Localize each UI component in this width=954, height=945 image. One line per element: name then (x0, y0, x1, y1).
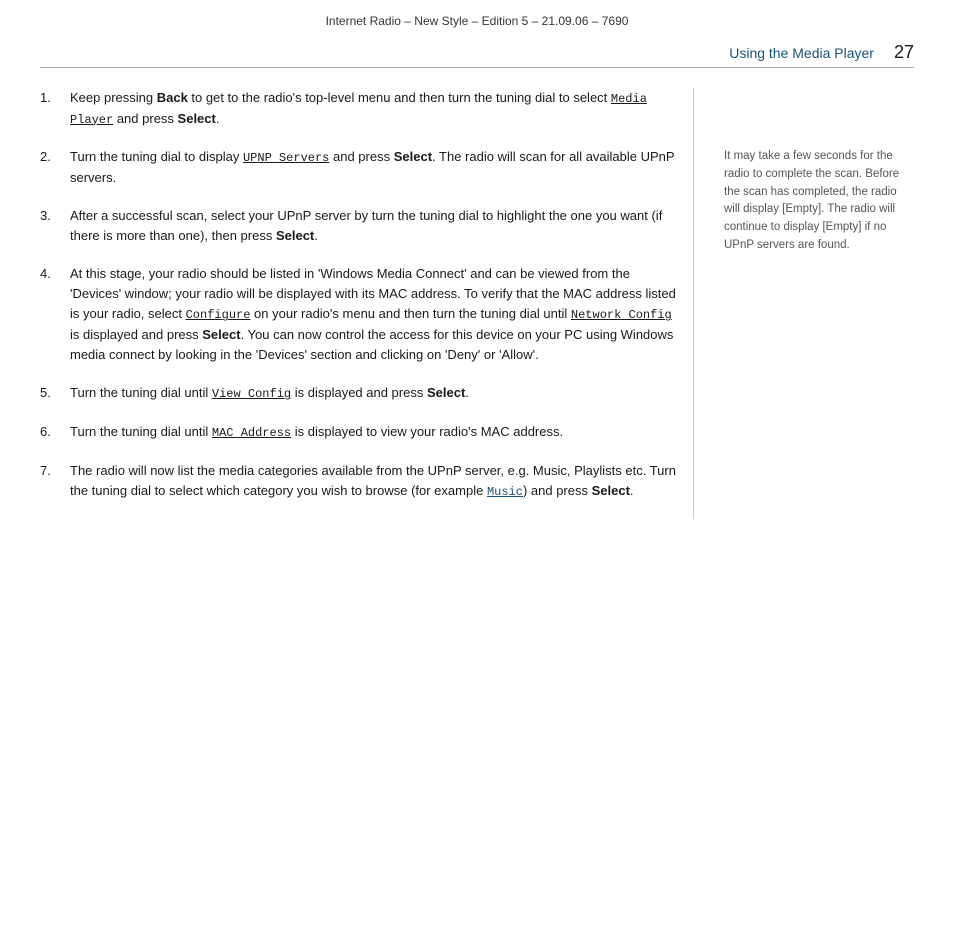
list-number: 2. (40, 147, 70, 188)
page-top-right: Using the Media Player 27 (0, 38, 954, 67)
list-item: 6. Turn the tuning dial until MAC Addres… (40, 422, 683, 443)
section-title: Using the Media Player (729, 45, 874, 61)
list-text: Turn the tuning dial to display UPNP Ser… (70, 147, 683, 188)
list-number: 3. (40, 206, 70, 246)
list-item: 2. Turn the tuning dial to display UPNP … (40, 147, 683, 188)
list-number: 1. (40, 88, 70, 129)
bold-select-7: Select (592, 483, 630, 498)
list-item: 1. Keep pressing Back to get to the radi… (40, 88, 683, 129)
instruction-list: 1. Keep pressing Back to get to the radi… (40, 88, 683, 501)
list-item: 4. At this stage, your radio should be l… (40, 264, 683, 365)
mono-configure: Configure (186, 308, 251, 322)
list-text: The radio will now list the media catego… (70, 461, 683, 502)
list-number: 5. (40, 383, 70, 404)
list-text: At this stage, your radio should be list… (70, 264, 683, 365)
bold-select-1: Select (178, 111, 216, 126)
list-text: Turn the tuning dial until MAC Address i… (70, 422, 683, 443)
list-number: 4. (40, 264, 70, 365)
mono-music: Music (487, 485, 523, 499)
main-content: 1. Keep pressing Back to get to the radi… (0, 68, 954, 539)
bold-select-2: Select (394, 149, 432, 164)
right-column: It may take a few seconds for the radio … (714, 88, 914, 519)
mono-mac-address: MAC Address (212, 426, 291, 440)
list-text: Turn the tuning dial until View Config i… (70, 383, 683, 404)
sidebar-note: It may take a few seconds for the radio … (724, 148, 914, 255)
list-item: 3. After a successful scan, select your … (40, 206, 683, 246)
page-header: Internet Radio – New Style – Edition 5 –… (0, 0, 954, 38)
list-text: Keep pressing Back to get to the radio's… (70, 88, 683, 129)
mono-network-config: Network Config (571, 308, 672, 322)
page-number: 27 (894, 42, 914, 63)
left-column: 1. Keep pressing Back to get to the radi… (40, 88, 694, 519)
list-number: 6. (40, 422, 70, 443)
bold-select-4: Select (202, 327, 240, 342)
mono-view-config: View Config (212, 387, 291, 401)
list-item: 7. The radio will now list the media cat… (40, 461, 683, 502)
list-item: 5. Turn the tuning dial until View Confi… (40, 383, 683, 404)
bold-back: Back (157, 90, 188, 105)
list-text: After a successful scan, select your UPn… (70, 206, 683, 246)
header-title: Internet Radio – New Style – Edition 5 –… (0, 0, 954, 38)
bold-select-5: Select (427, 385, 465, 400)
list-number: 7. (40, 461, 70, 502)
bold-select-3: Select (276, 228, 314, 243)
mono-upnp-servers: UPNP Servers (243, 151, 329, 165)
